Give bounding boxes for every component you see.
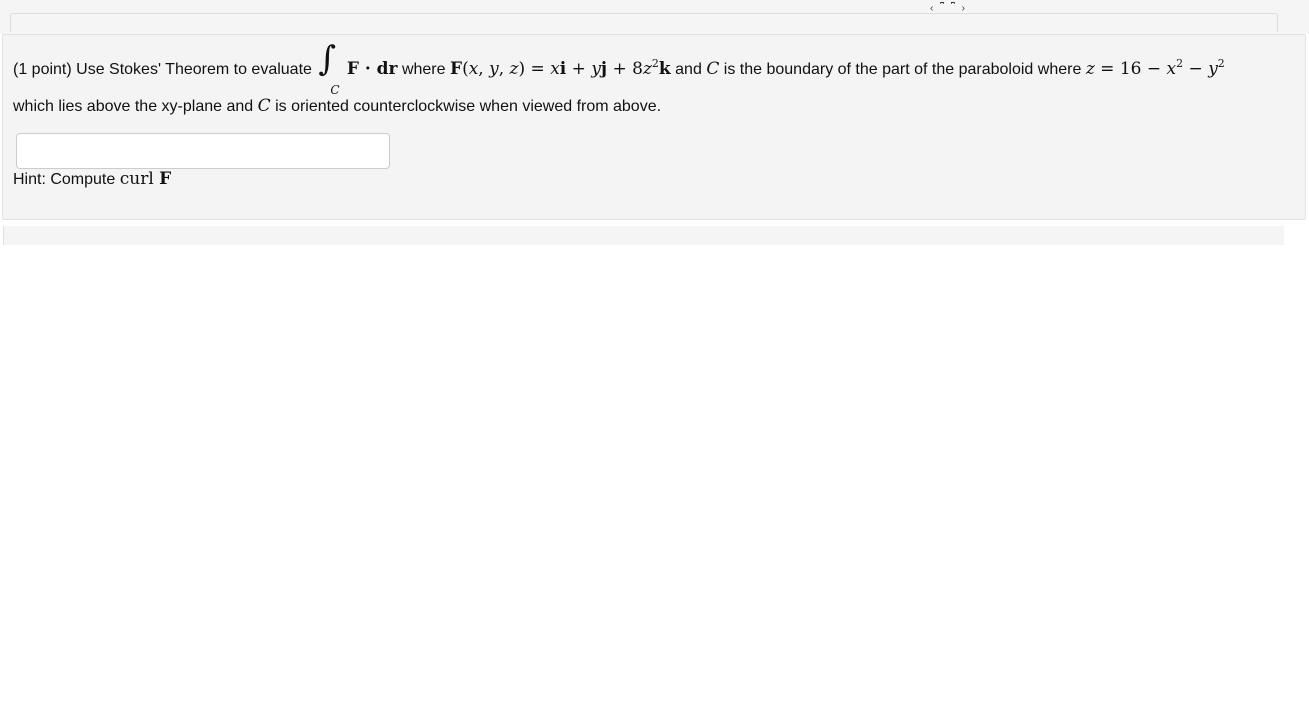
line-integral-symbol: ∫ C bbox=[316, 42, 342, 97]
problem-intro: (1 point) Use Stokes' Theorem to evaluat… bbox=[13, 61, 312, 78]
top-strip-panel bbox=[10, 13, 1278, 32]
problem-panel: (1 point) Use Stokes' Theorem to evaluat… bbox=[2, 34, 1306, 220]
curve-symbol-2: C bbox=[257, 96, 271, 116]
navigation-marks: ‹ ⎴ ⎴ › bbox=[930, 3, 967, 14]
surface-equation: z = 16 − x2 − y2 bbox=[1085, 57, 1225, 79]
integral-subscript: C bbox=[330, 82, 340, 97]
integrand: F · dr bbox=[346, 59, 398, 79]
bottom-strip bbox=[3, 226, 1284, 245]
vector-field-definition: F(x, y, z) = xi + yj + 8z2k bbox=[449, 57, 671, 79]
integral-sign: ∫ bbox=[318, 38, 337, 79]
hint-math: curl F bbox=[119, 169, 172, 189]
problem-statement: (1 point) Use Stokes' Theorem to evaluat… bbox=[13, 42, 1303, 125]
answer-input[interactable] bbox=[16, 133, 390, 169]
line2-text-a: which lies above the xy-plane and bbox=[13, 98, 254, 115]
hint-label: Hint: Compute bbox=[13, 171, 116, 188]
and-text: and bbox=[675, 61, 702, 78]
top-strip: ‹ ⎴ ⎴ › bbox=[0, 0, 1309, 34]
problem-line-2: which lies above the xy-plane and C is o… bbox=[13, 88, 1303, 125]
curve-symbol: C bbox=[706, 59, 720, 79]
hint: Hint: Compute curl F bbox=[13, 169, 171, 189]
boundary-text: is the boundary of the part of the parab… bbox=[723, 61, 1082, 78]
where-text: where bbox=[401, 61, 446, 78]
problem-line-1: (1 point) Use Stokes' Theorem to evaluat… bbox=[13, 42, 1303, 97]
